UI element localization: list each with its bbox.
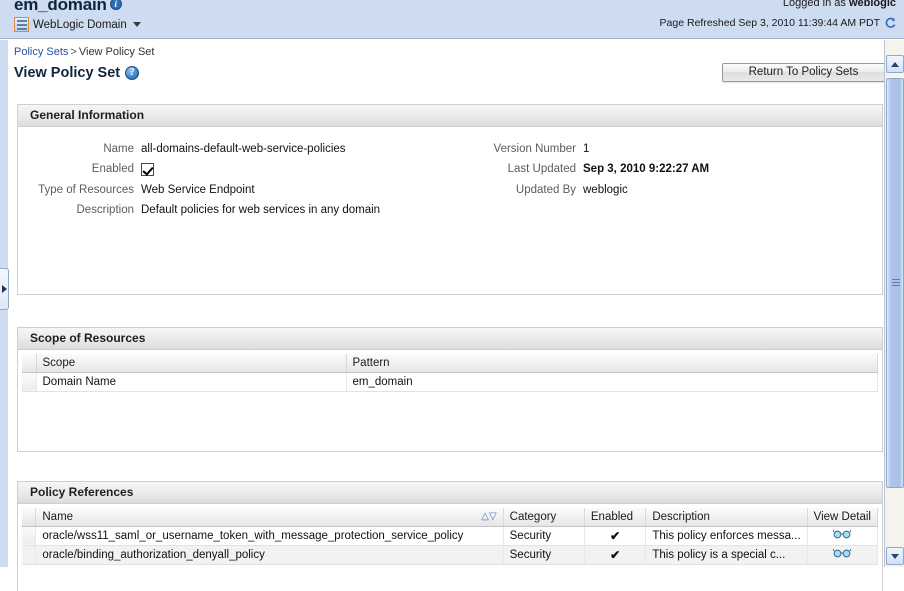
logged-in-prefix: Logged in as (782, 0, 846, 9)
field-description: Description Default policies for web ser… (18, 204, 380, 216)
table-row[interactable]: oracle/binding_authorization_denyall_pol… (22, 545, 879, 565)
column-header-scope[interactable]: Scope (36, 354, 347, 373)
cell-policy-name: oracle/binding_authorization_denyall_pol… (35, 545, 504, 565)
field-updated-by: Updated By weblogic (418, 184, 628, 196)
scroll-up-icon[interactable] (886, 55, 904, 73)
column-header-pattern[interactable]: Pattern (346, 354, 878, 373)
info-icon[interactable]: i (109, 0, 122, 10)
logged-in-status: Logged in as weblogic (783, 0, 896, 9)
field-name-label: Name (103, 143, 134, 155)
column-header-view-detail[interactable]: View Detail (807, 508, 879, 527)
scrollbar-thumb[interactable] (886, 78, 904, 488)
scope-of-resources-header: Scope of Resources (18, 328, 882, 350)
field-version-number-value: 1 (583, 143, 590, 155)
scroll-up-arrow (891, 61, 899, 67)
vertical-scrollbar[interactable] (884, 40, 904, 567)
field-name: Name all-domains-default-web-service-pol… (18, 143, 346, 155)
column-header-description[interactable]: Description (645, 508, 808, 527)
field-last-updated-value: Sep 3, 2010 9:22:27 AM (583, 163, 710, 175)
row-handle[interactable] (22, 526, 37, 546)
cell-view-detail[interactable] (807, 526, 879, 546)
field-version-number: Version Number 1 (418, 143, 590, 155)
row-handle[interactable] (22, 545, 37, 565)
scope-of-resources-table: Scope Pattern Domain Name em_domain (22, 354, 878, 392)
field-version-number-label: Version Number (493, 143, 576, 155)
table-row[interactable]: oracle/wss11_saml_or_username_token_with… (22, 526, 879, 546)
enabled-checkbox[interactable] (141, 163, 154, 176)
scroll-down-icon[interactable] (886, 547, 904, 565)
scrollbar-grip-icon (892, 279, 900, 287)
field-description-value: Default policies for web services in any… (141, 204, 381, 216)
cell-category: Security (503, 526, 585, 546)
scope-of-resources-panel: Scope of Resources Scope Pattern Domain … (17, 327, 883, 452)
field-updated-by-value: weblogic (583, 184, 628, 196)
target-navigator-label: WebLogic Domain (33, 18, 127, 31)
expand-left-panel-icon[interactable] (0, 268, 9, 310)
cell-category: Security (503, 545, 585, 565)
scope-of-resources-body: Scope Pattern Domain Name em_domain (18, 350, 882, 392)
page-title-text: View Policy Set (14, 65, 121, 81)
cell-description: This policy is a special c... (645, 545, 808, 565)
policy-references-header: Policy References (18, 482, 882, 504)
row-handle[interactable] (22, 372, 37, 392)
page-refreshed-text: Page Refreshed Sep 3, 2010 11:39:44 AM P… (659, 17, 880, 29)
cell-pattern: em_domain (346, 372, 878, 392)
policy-references-panel: Policy References Name △▽ Category Enabl… (17, 481, 883, 591)
weblogic-domain-icon (14, 17, 29, 32)
breadcrumb: Policy Sets > View Policy Set (14, 46, 154, 58)
scroll-down-arrow (891, 553, 899, 559)
field-enabled-label: Enabled (91, 163, 134, 175)
table-row[interactable]: Domain Name em_domain (22, 372, 878, 392)
row-handle-header (22, 354, 37, 373)
sort-arrows-icon[interactable]: △▽ (481, 511, 496, 522)
cell-enabled: ✔ (584, 526, 647, 546)
refresh-icon[interactable] (884, 17, 896, 29)
page-refreshed-status: Page Refreshed Sep 3, 2010 11:39:44 AM P… (660, 17, 896, 29)
policy-references-body: Name △▽ Category Enabled Description Vie… (18, 504, 882, 565)
breadcrumb-separator: > (70, 46, 77, 58)
field-description-label: Description (76, 204, 134, 216)
table-header-row: Scope Pattern (22, 354, 878, 373)
cell-view-detail[interactable] (807, 545, 879, 565)
cell-policy-name: oracle/wss11_saml_or_username_token_with… (35, 526, 504, 546)
field-enabled: Enabled (18, 163, 154, 177)
general-information-header: General Information (18, 105, 882, 127)
field-type-of-resources-label: Type of Resources (38, 184, 134, 196)
domain-title-text: em_domain (14, 0, 107, 14)
field-type-of-resources: Type of Resources Web Service Endpoint (18, 184, 255, 196)
field-last-updated-label: Last Updated (507, 163, 576, 175)
breadcrumb-link-policy-sets[interactable]: Policy Sets (14, 46, 68, 58)
column-header-name[interactable]: Name △▽ (35, 508, 504, 527)
breadcrumb-current: View Policy Set (78, 46, 155, 58)
field-name-value: all-domains-default-web-service-policies (141, 143, 346, 155)
glasses-icon[interactable] (833, 548, 852, 558)
application-banner: em_domain i WebLogic Domain Logged in as … (0, 0, 904, 39)
return-to-policy-sets-button[interactable]: Return To Policy Sets (722, 63, 885, 82)
column-header-category[interactable]: Category (503, 508, 585, 527)
chevron-down-icon[interactable] (132, 22, 141, 27)
table-header-row: Name △▽ Category Enabled Description Vie… (22, 508, 879, 527)
cell-scope: Domain Name (36, 372, 347, 392)
field-last-updated: Last Updated Sep 3, 2010 9:22:27 AM (418, 163, 710, 175)
help-icon[interactable]: ? (125, 66, 140, 80)
page-title: View Policy Set ? (14, 65, 140, 81)
expand-arrow-icon (1, 285, 7, 293)
glasses-icon[interactable] (833, 529, 852, 539)
field-enabled-value (141, 163, 154, 177)
field-type-of-resources-value: Web Service Endpoint (141, 184, 255, 196)
row-handle-header (22, 508, 37, 527)
target-navigator[interactable]: WebLogic Domain (14, 17, 141, 32)
domain-title: em_domain i (14, 0, 122, 15)
field-updated-by-label: Updated By (515, 184, 576, 196)
cell-description: This policy enforces messa... (645, 526, 808, 546)
column-header-name-label: Name (42, 510, 74, 523)
column-header-enabled[interactable]: Enabled (584, 508, 647, 527)
general-information-panel: General Information Name all-domains-def… (17, 104, 883, 295)
logged-in-user: weblogic (848, 0, 896, 9)
general-information-body: Name all-domains-default-web-service-pol… (18, 127, 882, 295)
cell-enabled: ✔ (584, 545, 647, 565)
left-panel-strip (0, 40, 9, 567)
policy-references-table: Name △▽ Category Enabled Description Vie… (22, 508, 879, 565)
